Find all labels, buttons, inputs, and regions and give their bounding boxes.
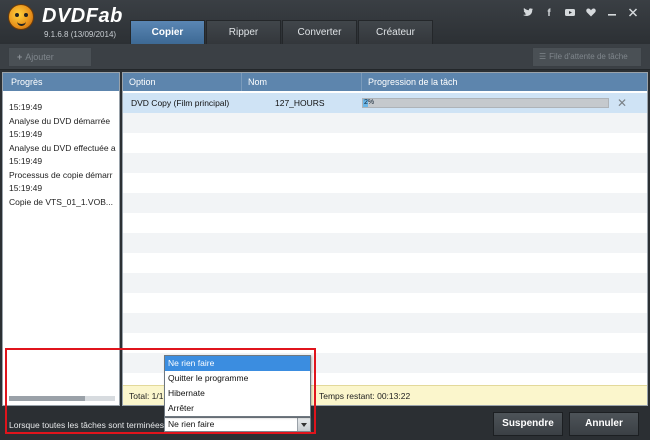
app-brand: DVDFab	[42, 5, 123, 27]
empty-row	[123, 253, 647, 273]
empty-row	[123, 133, 647, 153]
twitter-icon[interactable]	[523, 8, 533, 19]
log-line: 15:19:49	[9, 102, 43, 112]
log-line: Processus de copie démarr	[9, 169, 113, 180]
log-line: Copie de VTS_01_1.VOB...	[9, 196, 113, 207]
title-bar: DVDFab 9.1.6.8 (13/09/2014) Copier Rippe…	[0, 0, 650, 44]
task-queue-label: File d'attente de tâche	[549, 52, 628, 61]
table-header: Option Nom Progression de la tâch	[123, 73, 647, 91]
empty-row	[123, 193, 647, 213]
log-line: 15:19:49	[9, 183, 43, 193]
dvdfab-logo-icon	[8, 4, 34, 30]
empty-row	[123, 293, 647, 313]
remove-task-icon[interactable]: ✕	[617, 93, 627, 113]
empty-row	[123, 273, 647, 293]
log-line: Analyse du DVD démarrée	[9, 115, 111, 126]
window-controls: f	[523, 8, 638, 19]
facebook-icon[interactable]: f	[544, 8, 554, 19]
column-header-name[interactable]: Nom	[241, 73, 267, 91]
plus-icon: +	[17, 52, 23, 62]
row-option: DVD Copy (Film principal)	[131, 98, 230, 108]
suspend-button[interactable]: Suspendre	[493, 412, 563, 436]
empty-row	[123, 213, 647, 233]
column-header-progress[interactable]: Progression de la tâch	[361, 73, 458, 91]
cancel-button[interactable]: Annuler	[569, 412, 639, 436]
heart-icon[interactable]	[586, 8, 596, 19]
tab-createur[interactable]: Créateur	[358, 20, 433, 44]
highlight-annotation	[5, 348, 316, 434]
time-remaining: Temps restant: 00:13:22	[319, 391, 411, 401]
empty-row	[123, 153, 647, 173]
progress-log: 15:19:49 Analyse du DVD démarrée 15:19:4…	[3, 91, 119, 209]
empty-row	[123, 113, 647, 133]
task-queue-button[interactable]: ☰ File d'attente de tâche	[532, 47, 642, 67]
tab-copier[interactable]: Copier	[130, 20, 205, 44]
progress-log-header: Progrès	[3, 73, 119, 91]
empty-row	[123, 233, 647, 253]
tab-converter[interactable]: Converter	[282, 20, 357, 44]
row-progress-bar: 2%	[362, 98, 609, 108]
youtube-icon[interactable]	[565, 8, 575, 19]
add-label: Ajouter	[25, 52, 54, 62]
table-row[interactable]: DVD Copy (Film principal) 127_HOURS 2% ✕	[123, 93, 647, 113]
row-name: 127_HOURS	[275, 98, 325, 108]
tab-ripper[interactable]: Ripper	[206, 20, 281, 44]
column-header-option[interactable]: Option	[123, 73, 156, 91]
main-tabs: Copier Ripper Converter Créateur	[130, 20, 434, 44]
log-line: 15:19:49	[9, 129, 43, 139]
log-line: Analyse du DVD effectuée a	[9, 142, 116, 153]
empty-row	[123, 173, 647, 193]
progress-percent: 2%	[364, 99, 375, 106]
log-line: 15:19:49	[9, 156, 43, 166]
minimize-icon[interactable]	[607, 8, 617, 19]
add-button[interactable]: + Ajouter	[8, 47, 92, 67]
empty-row	[123, 313, 647, 333]
list-icon: ☰	[539, 52, 547, 61]
toolbar: + Ajouter ☰ File d'attente de tâche	[0, 44, 650, 70]
close-icon[interactable]	[628, 8, 638, 19]
app-version: 9.1.6.8 (13/09/2014)	[44, 30, 117, 39]
